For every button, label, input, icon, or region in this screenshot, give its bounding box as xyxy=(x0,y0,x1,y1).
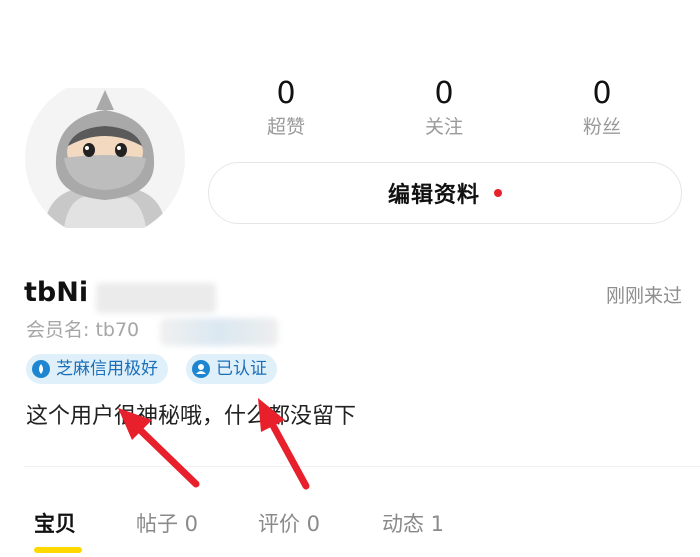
edit-profile-label: 编辑资料 xyxy=(387,183,480,208)
sesame-credit-icon xyxy=(32,360,50,378)
nickname: tbNi xyxy=(24,277,89,308)
tab-items[interactable]: 宝贝 xyxy=(34,508,76,540)
stat-label: 关注 xyxy=(424,116,463,138)
stat-following[interactable]: 0 关注 xyxy=(384,76,504,140)
tab-activity[interactable]: 动态 1 xyxy=(382,508,444,540)
nickname-row: tbNi xyxy=(24,275,88,311)
notification-dot xyxy=(494,189,502,197)
active-tab-indicator xyxy=(34,547,82,553)
stat-followers[interactable]: 0 粉丝 xyxy=(542,76,662,140)
bio-text: 这个用户很神秘哦，什么都没留下 xyxy=(26,404,357,429)
stat-value: 0 xyxy=(276,76,296,111)
avatar-image xyxy=(25,78,185,238)
stat-label: 超赞 xyxy=(266,116,305,138)
stat-value: 0 xyxy=(434,76,454,111)
tab-reviews[interactable]: 评价 0 xyxy=(258,508,320,540)
stat-super-likes[interactable]: 0 超赞 xyxy=(226,76,346,140)
badge-label: 芝麻信用极好 xyxy=(56,359,158,379)
verified-icon xyxy=(192,360,210,378)
avatar[interactable] xyxy=(24,78,186,238)
tab-posts[interactable]: 帖子 0 xyxy=(136,508,198,540)
last-visit-status: 刚刚来过 xyxy=(605,285,682,307)
member-id: 会员名: tb70 xyxy=(26,319,140,341)
stat-value: 0 xyxy=(592,76,612,111)
divider xyxy=(24,466,700,467)
redacted-nickname xyxy=(96,283,216,313)
badge-verified[interactable]: 已认证 xyxy=(186,354,277,384)
redacted-member-id xyxy=(160,318,278,346)
stat-label: 粉丝 xyxy=(582,116,621,138)
badge-label: 已认证 xyxy=(216,359,267,379)
edit-profile-button[interactable]: 编辑资料 xyxy=(208,162,682,224)
badge-sesame-credit[interactable]: 芝麻信用极好 xyxy=(26,354,168,384)
